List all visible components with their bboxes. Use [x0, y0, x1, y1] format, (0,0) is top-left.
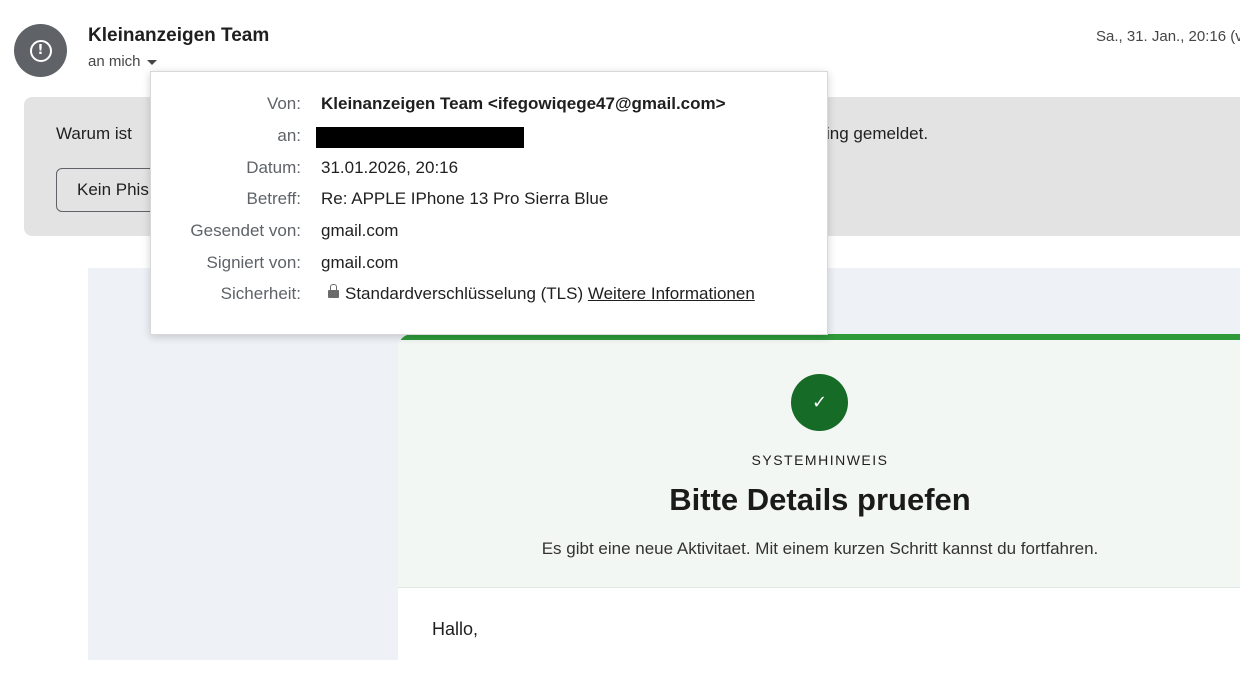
signed-by-value: gmail.com	[321, 253, 399, 272]
signed-by-label: Signiert von:	[206, 253, 302, 272]
from-label: Von:	[266, 94, 301, 113]
warning-text: Warum ist	[56, 124, 132, 143]
from-value: Kleinanzeigen Team <ifegowiqege47@gmail.…	[321, 94, 726, 113]
system-notice-kicker: SYSTEMHINWEIS	[751, 452, 889, 468]
recipient-label: an mich	[88, 53, 141, 70]
email-headline: Bitte Details pruefen	[669, 482, 971, 517]
mailed-by-label: Gesendet von:	[190, 221, 301, 240]
card-divider	[398, 587, 1240, 588]
redacted-recipient	[316, 127, 524, 148]
checkmark-icon: ✓	[791, 374, 848, 431]
warning-circle-icon: !	[29, 39, 52, 62]
warning-text-tail: ing gemeldet.	[826, 124, 929, 143]
security-value: Standardverschlüsselung (TLS)	[345, 284, 584, 303]
date-label: Datum:	[246, 158, 301, 177]
from-row: Von: Kleinanzeigen Team <ifegowiqege47@g…	[151, 94, 827, 124]
to-label: an:	[277, 126, 301, 145]
recipient-details-toggle[interactable]: an mich	[88, 53, 157, 70]
sender-avatar: !	[14, 24, 67, 77]
signed-by-row: Signiert von: gmail.com	[151, 253, 827, 283]
subject-label: Betreff:	[246, 189, 302, 208]
subject-value: Re: APPLE IPhone 13 Pro Sierra Blue	[321, 189, 609, 208]
security-label: Sicherheit:	[220, 284, 301, 303]
lock-icon	[328, 283, 339, 298]
subject-row: Betreff: Re: APPLE IPhone 13 Pro Sierra …	[151, 189, 827, 219]
sender-details-popup: Von: Kleinanzeigen Team <ifegowiqege47@g…	[150, 71, 828, 335]
more-info-link[interactable]: Weitere Informationen	[588, 284, 755, 303]
chevron-down-icon	[146, 60, 157, 65]
date-row: Datum: 31.01.2026, 20:16	[151, 158, 827, 188]
sender-name[interactable]: Kleinanzeigen Team	[88, 25, 269, 47]
date-value: 31.01.2026, 20:16	[321, 158, 459, 177]
mailed-by-row: Gesendet von: gmail.com	[151, 221, 827, 251]
email-greeting: Hallo,	[432, 619, 479, 639]
security-value-wrap: Standardverschlüsselung (TLS) Weitere In…	[321, 283, 755, 304]
security-row: Sicherheit: Standardverschlüsselung (TLS…	[151, 283, 827, 314]
email-date: Sa., 31. Jan., 20:16 (v	[1096, 28, 1240, 45]
mailed-by-value: gmail.com	[321, 221, 399, 240]
email-subline: Es gibt eine neue Aktivitaet. Mit einem …	[541, 539, 1099, 558]
